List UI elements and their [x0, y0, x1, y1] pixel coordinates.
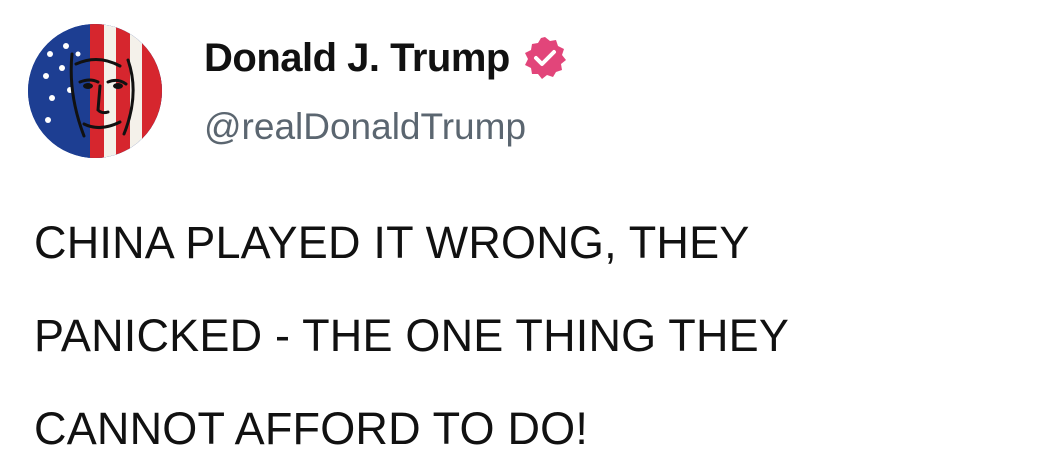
post-text-line: PANICKED - THE ONE THING THEY	[34, 310, 790, 361]
post-text-line: CANNOT AFFORD TO DO!	[34, 403, 589, 454]
post-text-line: CHINA PLAYED IT WRONG, THEY	[34, 217, 750, 268]
avatar[interactable]	[28, 24, 162, 158]
post-card: Donald J. Trump @realDonaldTrump CHINA P…	[0, 0, 1058, 454]
flag-portrait-avatar-icon	[28, 24, 162, 158]
author-handle[interactable]: @realDonaldTrump	[204, 106, 526, 148]
author-row: Donald J. Trump	[204, 34, 568, 82]
verified-badge-icon	[522, 35, 568, 81]
post-body: CHINA PLAYED IT WRONG, THEY PANICKED - T…	[34, 196, 1044, 475]
author-display-name[interactable]: Donald J. Trump	[204, 36, 510, 81]
